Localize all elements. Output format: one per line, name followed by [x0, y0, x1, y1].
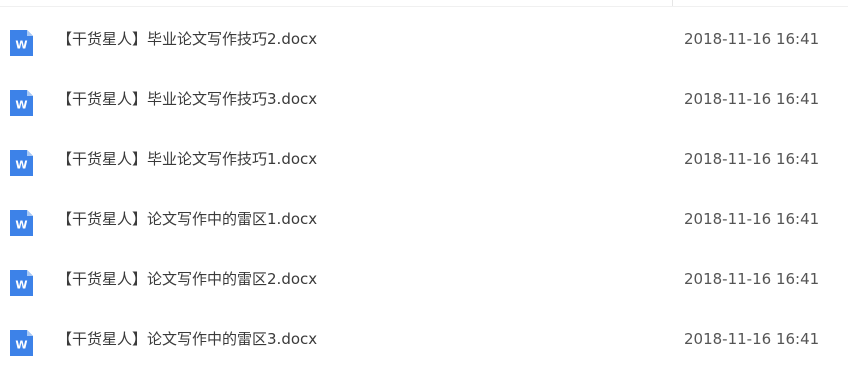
word-icon-letter: W: [15, 279, 27, 292]
file-modified-date: 2018-11-16 16:41: [684, 330, 820, 348]
word-icon-letter: W: [15, 99, 27, 112]
file-row[interactable]: W 【干货星人】毕业论文写作技巧2.docx 2018-11-16 16:41: [0, 10, 848, 70]
word-doc-icon: W: [10, 150, 33, 176]
word-icon-letter: W: [15, 159, 27, 172]
file-row[interactable]: W 【干货星人】论文写作中的雷区3.docx 2018-11-16 16:41: [0, 310, 848, 370]
header-separator: [0, 6, 848, 7]
file-row[interactable]: W 【干货星人】论文写作中的雷区2.docx 2018-11-16 16:41: [0, 250, 848, 310]
file-modified-date: 2018-11-16 16:41: [684, 150, 820, 168]
file-name[interactable]: 【干货星人】毕业论文写作技巧3.docx: [57, 89, 317, 109]
file-name[interactable]: 【干货星人】毕业论文写作技巧2.docx: [57, 29, 317, 49]
file-name[interactable]: 【干货星人】论文写作中的雷区2.docx: [57, 269, 317, 289]
file-row[interactable]: W 【干货星人】毕业论文写作技巧3.docx 2018-11-16 16:41: [0, 70, 848, 130]
file-name[interactable]: 【干货星人】论文写作中的雷区3.docx: [57, 329, 317, 349]
file-row[interactable]: W 【干货星人】论文写作中的雷区1.docx 2018-11-16 16:41: [0, 190, 848, 250]
file-row[interactable]: W 【干货星人】毕业论文写作技巧1.docx 2018-11-16 16:41: [0, 130, 848, 190]
file-name[interactable]: 【干货星人】毕业论文写作技巧1.docx: [57, 149, 317, 169]
word-doc-icon: W: [10, 90, 33, 116]
word-doc-icon: W: [10, 330, 33, 356]
file-modified-date: 2018-11-16 16:41: [684, 90, 820, 108]
column-divider[interactable]: [672, 0, 673, 6]
file-modified-date: 2018-11-16 16:41: [684, 270, 820, 288]
word-doc-icon: W: [10, 210, 33, 236]
file-modified-date: 2018-11-16 16:41: [684, 210, 820, 228]
word-icon-letter: W: [15, 219, 27, 232]
file-name[interactable]: 【干货星人】论文写作中的雷区1.docx: [57, 209, 317, 229]
file-modified-date: 2018-11-16 16:41: [684, 30, 820, 48]
word-doc-icon: W: [10, 270, 33, 296]
word-doc-icon: W: [10, 30, 33, 56]
file-list: W 【干货星人】毕业论文写作技巧2.docx 2018-11-16 16:41 …: [0, 10, 848, 370]
word-icon-letter: W: [15, 39, 27, 52]
word-icon-letter: W: [15, 339, 27, 352]
